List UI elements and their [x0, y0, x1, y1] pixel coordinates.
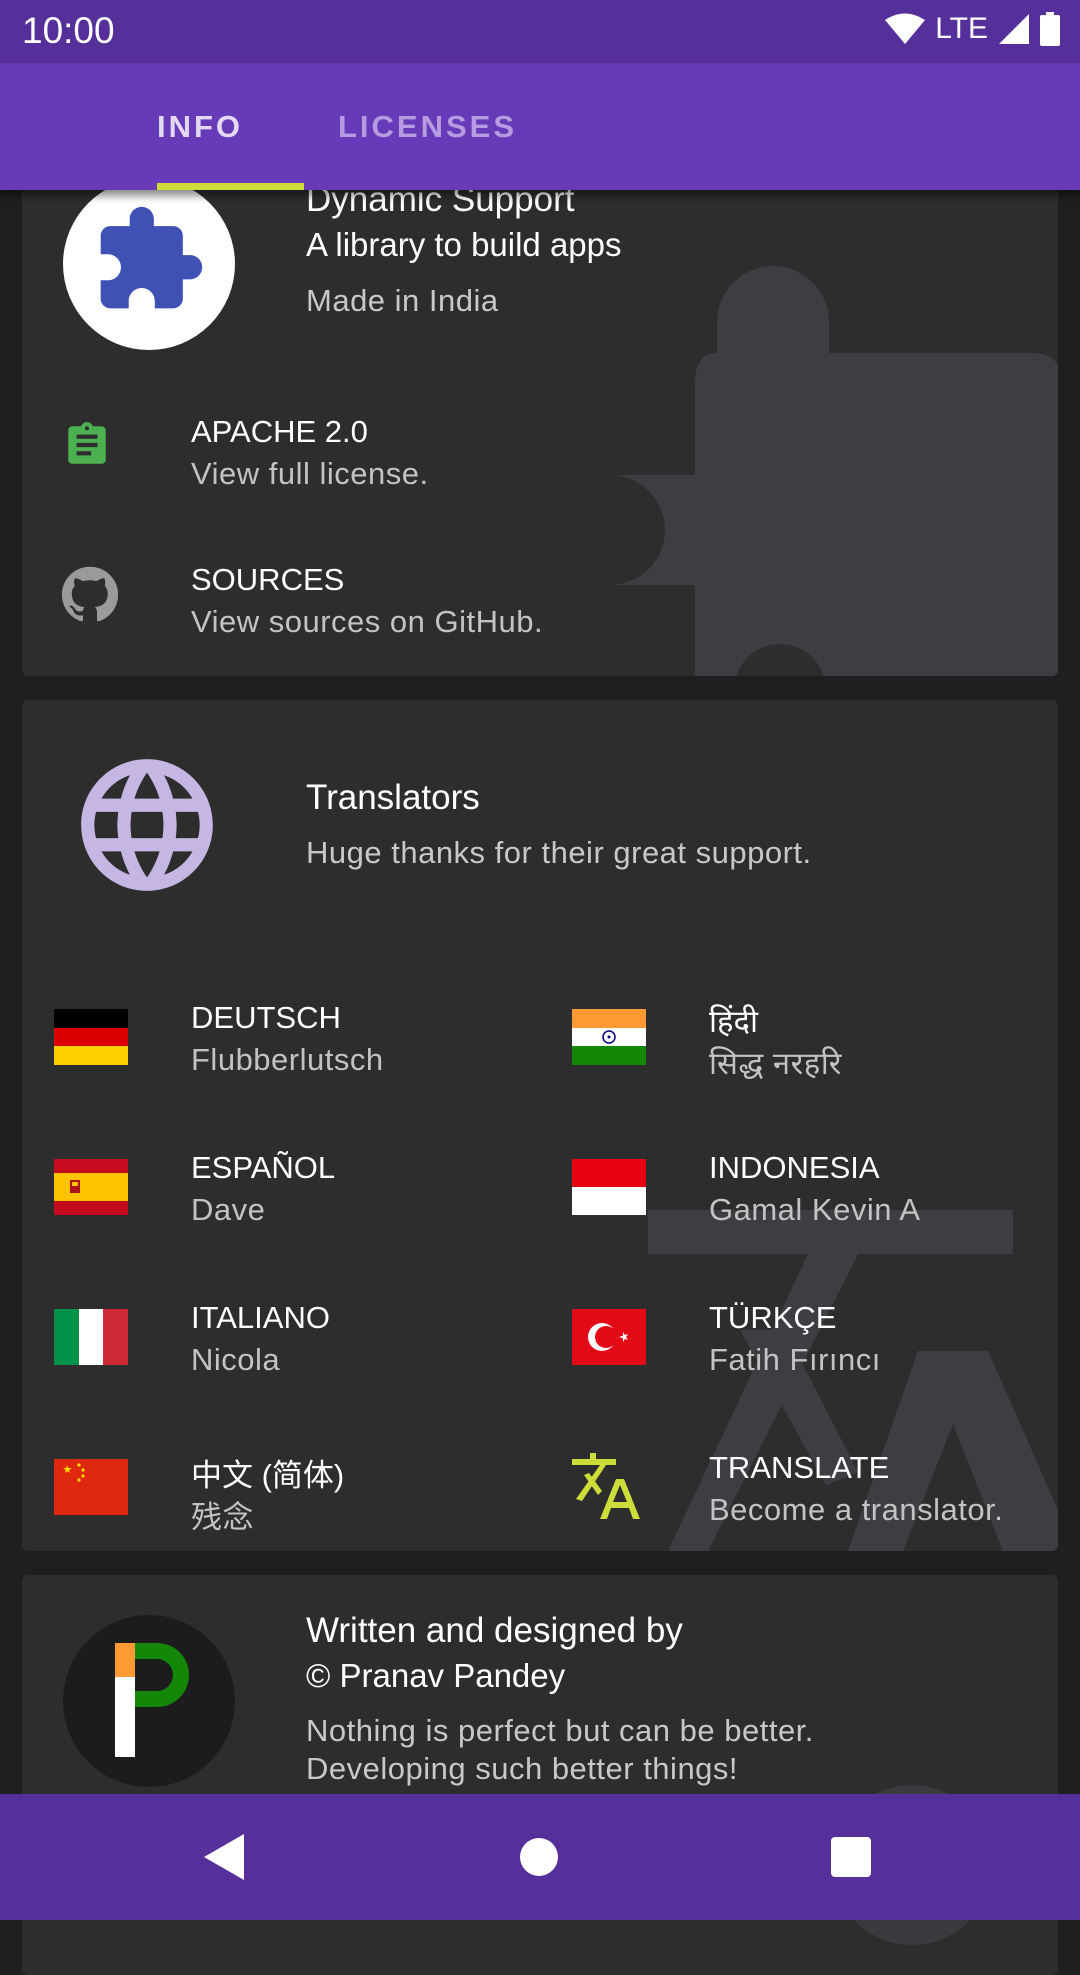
app-subtitle: A library to build apps [306, 226, 622, 263]
translator-item-translate[interactable]: TRANSLATE Become a translator. [540, 1420, 1058, 1540]
tab-indicator [157, 183, 304, 190]
recents-button[interactable] [831, 1837, 871, 1877]
translator-item-italiano[interactable]: ITALIANO Nicola [22, 1270, 540, 1390]
tab-info-label: INFO [157, 108, 244, 144]
author-logo-icon [115, 1643, 189, 1757]
app-logo [63, 178, 235, 350]
translator-name: 残念 [191, 1500, 254, 1535]
translator-name: Become a translator. [709, 1492, 1004, 1527]
extension-icon [100, 206, 203, 309]
author-description-line2: Developing such better things! [306, 1751, 739, 1786]
license-item[interactable]: APACHE 2.0 View full license. [22, 382, 1058, 502]
status-bar: 10:00 LTE [0, 0, 1080, 63]
tab-licenses-label: LICENSES [338, 108, 518, 144]
clipboard-icon [68, 422, 106, 464]
tab-info[interactable]: INFO [157, 63, 305, 190]
language-label: ESPAÑOL [191, 1150, 336, 1185]
status-time: 10:00 [22, 10, 115, 51]
author-name: © Pranav Pandey [306, 1657, 566, 1694]
language-label: DEUTSCH [191, 1000, 341, 1035]
language-label: TRANSLATE [709, 1450, 890, 1485]
china-flag-icon [54, 1459, 128, 1515]
back-button[interactable] [204, 1834, 244, 1880]
translator-name: Dave [191, 1192, 266, 1227]
tab-licenses[interactable]: LICENSES [338, 63, 517, 190]
globe-icon [81, 759, 213, 891]
license-subtitle: View full license. [191, 456, 429, 491]
translate-icon [572, 1453, 640, 1519]
network-type-label: LTE [935, 12, 988, 45]
sources-title: SOURCES [191, 562, 345, 597]
indonesia-flag-icon [572, 1159, 646, 1215]
author-title: Written and designed by [306, 1611, 683, 1650]
home-button[interactable] [519, 1837, 559, 1877]
license-title: APACHE 2.0 [191, 414, 368, 449]
translator-item-turkce[interactable]: TÜRKÇE Fatih Fırıncı [540, 1270, 1058, 1390]
github-icon [62, 566, 118, 622]
translators-subtitle: Huge thanks for their great support. [306, 835, 812, 870]
signal-icon [999, 14, 1029, 44]
translator-name: Flubberlutsch [191, 1042, 384, 1077]
wifi-icon [885, 13, 926, 44]
translator-name: सिद्ध नरहरि [709, 1046, 842, 1081]
sources-item[interactable]: SOURCES View sources on GitHub. [22, 532, 1058, 652]
turkey-flag-icon [572, 1309, 646, 1365]
tab-bar: INFO LICENSES [0, 63, 1080, 190]
navigation-bar [0, 1794, 1080, 1920]
translator-item-indonesia[interactable]: INDONESIA Gamal Kevin A [540, 1120, 1058, 1240]
sources-subtitle: View sources on GitHub. [191, 604, 544, 639]
translator-name: Gamal Kevin A [709, 1192, 921, 1227]
translator-item-hindi[interactable]: हिंदी सिद्ध नरहरि [540, 970, 1058, 1090]
translators-card: Translators Huge thanks for their great … [22, 700, 1058, 1551]
translators-title: Translators [306, 778, 480, 817]
language-label: हिंदी [709, 1004, 758, 1039]
language-label: INDONESIA [709, 1150, 880, 1185]
germany-flag-icon [54, 1009, 128, 1065]
language-label: 中文 (简体) [191, 1458, 345, 1493]
language-label: TÜRKÇE [709, 1300, 837, 1335]
status-icons: LTE [885, 12, 1060, 46]
translator-item-espanol[interactable]: ESPAÑOL Dave [22, 1120, 540, 1240]
app-info-card: Dynamic Support A library to build apps … [22, 150, 1058, 676]
translator-item-deutsch[interactable]: DEUTSCH Flubberlutsch [22, 970, 540, 1090]
author-description-line1: Nothing is perfect but can be better. [306, 1713, 814, 1748]
translator-name: Nicola [191, 1342, 281, 1377]
language-label: ITALIANO [191, 1300, 330, 1335]
author-avatar [63, 1615, 235, 1787]
italy-flag-icon [54, 1309, 128, 1365]
battery-icon [1040, 12, 1060, 46]
india-flag-icon [572, 1009, 646, 1065]
app-description: Made in India [306, 283, 499, 318]
translator-name: Fatih Fırıncı [709, 1342, 881, 1377]
spain-flag-icon [54, 1159, 128, 1215]
translator-item-chinese[interactable]: 中文 (简体) 残念 [22, 1420, 540, 1540]
